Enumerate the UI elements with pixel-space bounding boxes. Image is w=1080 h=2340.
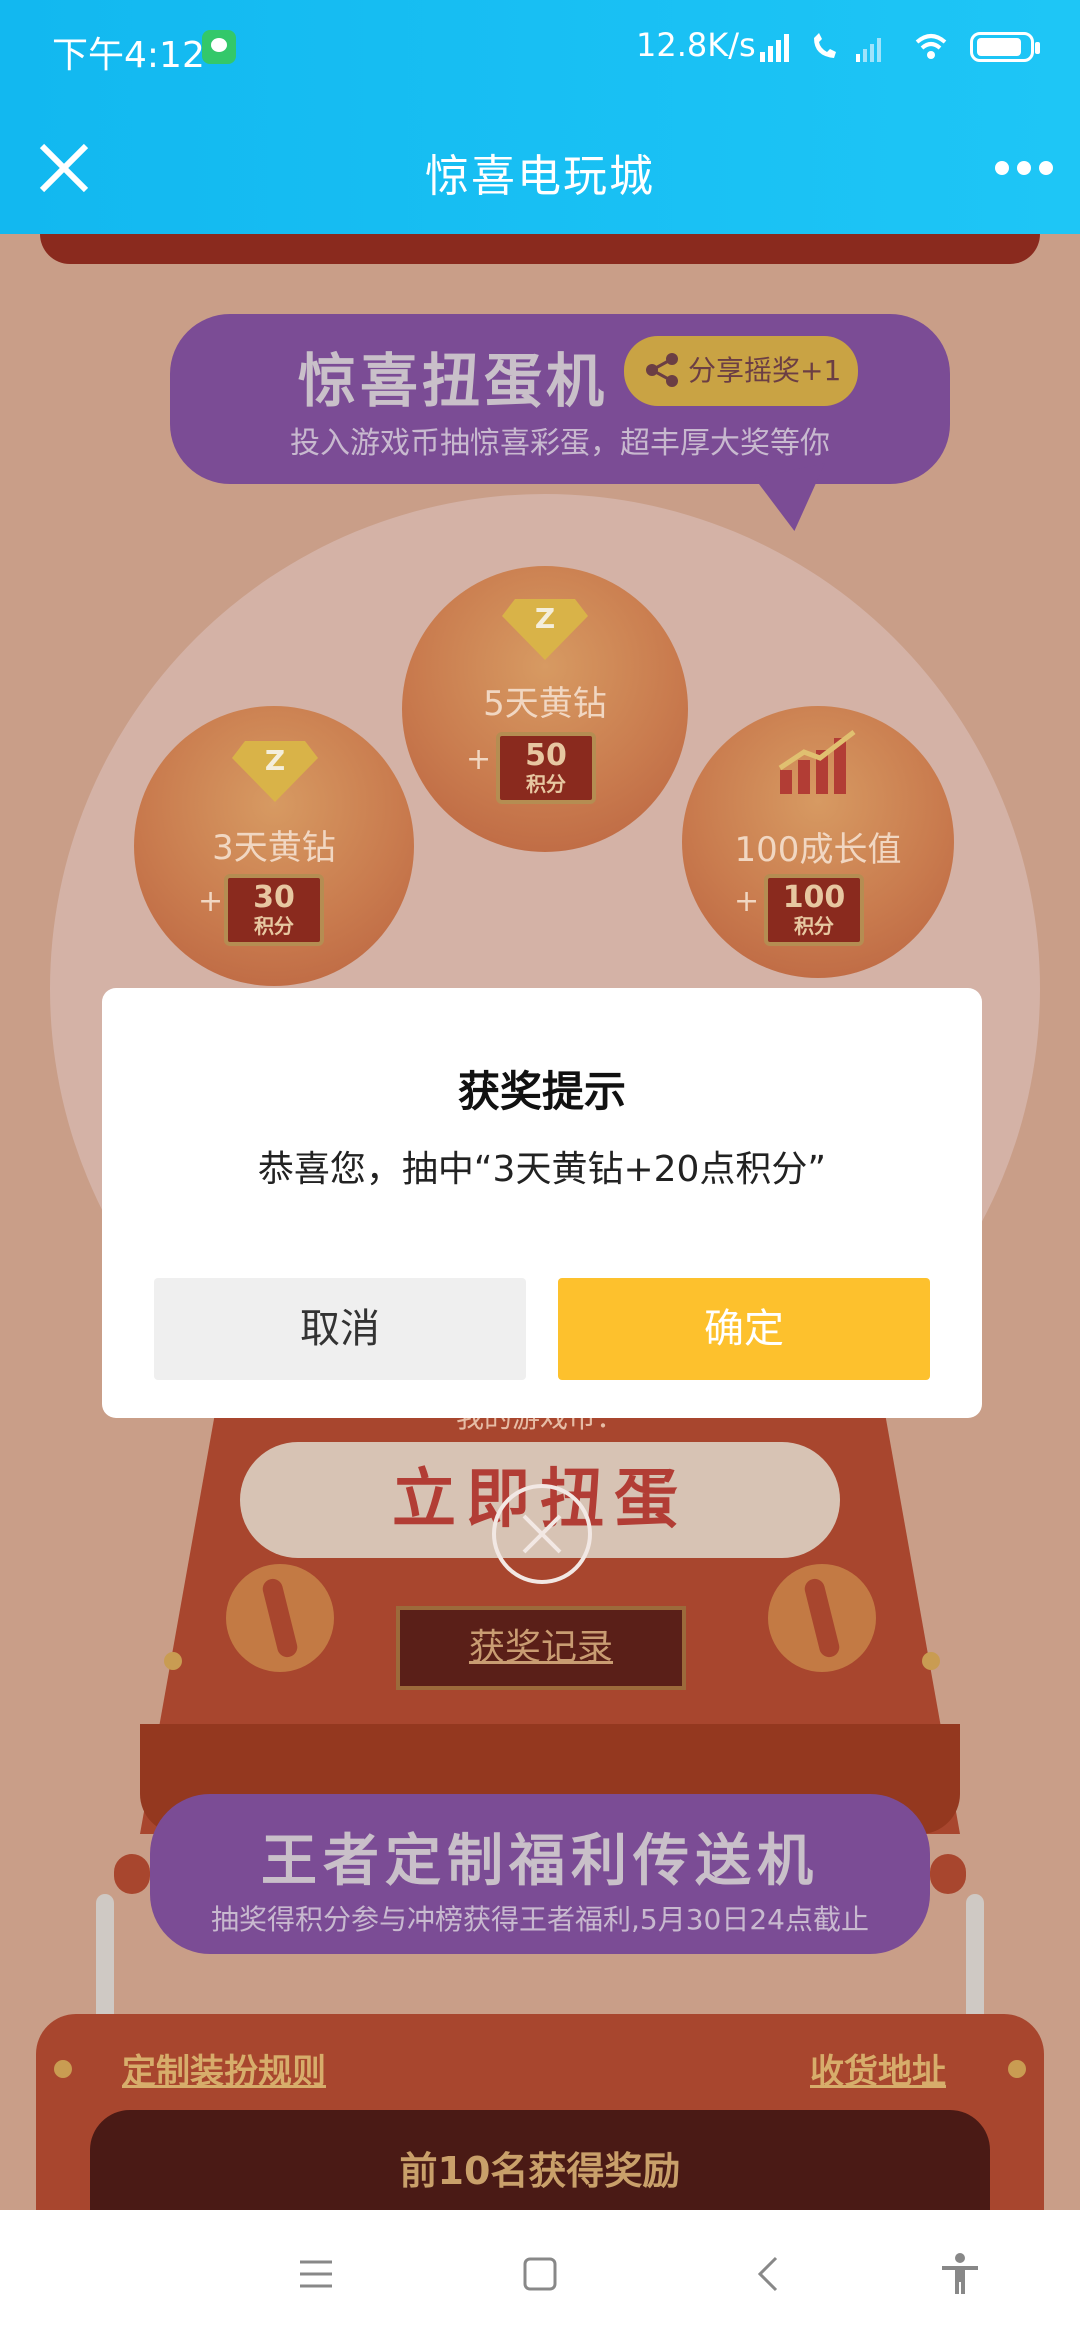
rivet	[164, 1652, 182, 1670]
back-icon[interactable]	[746, 2250, 794, 2298]
title-bar: 惊喜电玩城	[0, 120, 1080, 220]
signal-hd-icon	[760, 34, 789, 62]
prize-item[interactable]: 100成长值 + 100 积分	[682, 706, 954, 978]
roller-left	[114, 1854, 150, 1894]
close-icon	[522, 1514, 562, 1554]
ticket-points: 50	[525, 738, 567, 773]
dialog-title: 获奖提示	[457, 1067, 626, 1116]
share-icon	[646, 353, 678, 387]
menu-icon[interactable]	[292, 2250, 340, 2298]
banner-subtitle: 投入游戏币抽惊喜彩蛋，超丰厚大奖等你	[290, 426, 830, 461]
prize-label: 3天黄钻	[212, 828, 336, 868]
rivet	[922, 1652, 940, 1670]
plus-sign: +	[198, 884, 224, 919]
ticket-unit: 积分	[254, 914, 294, 938]
address-link[interactable]: 收货地址	[810, 2044, 946, 2093]
pole-right	[966, 1894, 984, 2024]
plus-sign: +	[466, 742, 492, 777]
right-knob	[768, 1564, 876, 1672]
more-icon[interactable]	[994, 156, 1054, 180]
diamond-icon: Z	[232, 741, 318, 802]
prize-item[interactable]: Z 3天黄钻 + 30 积分	[134, 706, 414, 986]
prize-label: 5天黄钻	[483, 684, 607, 724]
chat-app-icon	[202, 30, 236, 64]
points-ticket: 30 积分	[224, 874, 324, 946]
wifi-icon	[915, 34, 947, 59]
battery-icon	[970, 32, 1040, 62]
welfare-banner-subtitle: 抽奖得积分参与冲榜获得王者福利,5月30日24点截止	[211, 1903, 869, 1936]
accessibility-icon[interactable]	[936, 2250, 984, 2298]
banner-title: 惊喜扭蛋机	[298, 347, 609, 415]
system-nav-bar	[0, 2210, 1080, 2340]
rivet	[54, 2060, 72, 2078]
prize-dialog: 获奖提示 恭喜您，抽中“3天黄钻+20点积分” 取消 确定	[102, 988, 982, 1418]
signal-weak-icon	[856, 38, 881, 62]
svg-text:Z: Z	[265, 744, 285, 777]
dialog-message: 恭喜您，抽中“3天黄钻+20点积分”	[257, 1149, 827, 1190]
confirm-button[interactable]: 确定	[558, 1278, 930, 1380]
call-icon	[814, 33, 836, 58]
gacha-banner: 惊喜扭蛋机 分享摇奖+1 投入游戏币抽惊喜彩蛋，超丰厚大奖等你	[170, 314, 950, 484]
left-knob	[226, 1564, 334, 1672]
prize-item[interactable]: Z 5天黄钻 + 50 积分	[402, 566, 688, 852]
overlay-close-button[interactable]	[492, 1484, 592, 1584]
diamond-icon: Z	[502, 599, 588, 660]
rivet	[1008, 2060, 1026, 2078]
prize-label: 100成长值	[734, 830, 902, 870]
roller-right	[930, 1854, 966, 1894]
ticket-unit: 积分	[794, 914, 834, 938]
rules-link[interactable]: 定制装扮规则	[122, 2044, 326, 2093]
svg-text:Z: Z	[535, 602, 555, 635]
status-bar: 下午4:12 12.8K/s	[0, 0, 1080, 96]
share-label: 分享摇奖+1	[688, 354, 842, 387]
share-button[interactable]: 分享摇奖+1	[624, 336, 858, 406]
network-speed: 12.8K/s	[636, 26, 756, 64]
reward-title: 前10名获得奖励	[399, 2149, 681, 2193]
ticket-points: 100	[782, 880, 846, 915]
growth-chart-icon	[778, 730, 856, 794]
points-ticket: 100 积分	[764, 874, 864, 946]
points-ticket: 50 积分	[496, 732, 596, 804]
welfare-banner-title: 王者定制福利传送机	[261, 1829, 819, 1894]
reward-panel: 前10名获得奖励	[90, 2110, 990, 2210]
ticket-unit: 积分	[526, 772, 566, 796]
ticket-points: 30	[253, 880, 295, 915]
app-header: 下午4:12 12.8K/s 惊喜电玩城	[0, 0, 1080, 234]
welfare-board: 定制装扮规则 收货地址 前10名获得奖励	[36, 2014, 1044, 2210]
page-title: 惊喜电玩城	[425, 151, 655, 202]
top-strip	[40, 234, 1040, 264]
plus-sign: +	[734, 884, 760, 919]
cancel-button[interactable]: 取消	[154, 1278, 526, 1380]
prize-record-link[interactable]: 获奖记录	[396, 1606, 686, 1690]
pole-left	[96, 1894, 114, 2024]
status-time: 下午4:12	[52, 35, 205, 76]
home-icon[interactable]	[516, 2250, 564, 2298]
welfare-banner: 王者定制福利传送机 抽奖得积分参与冲榜获得王者福利,5月30日24点截止	[150, 1794, 930, 1954]
